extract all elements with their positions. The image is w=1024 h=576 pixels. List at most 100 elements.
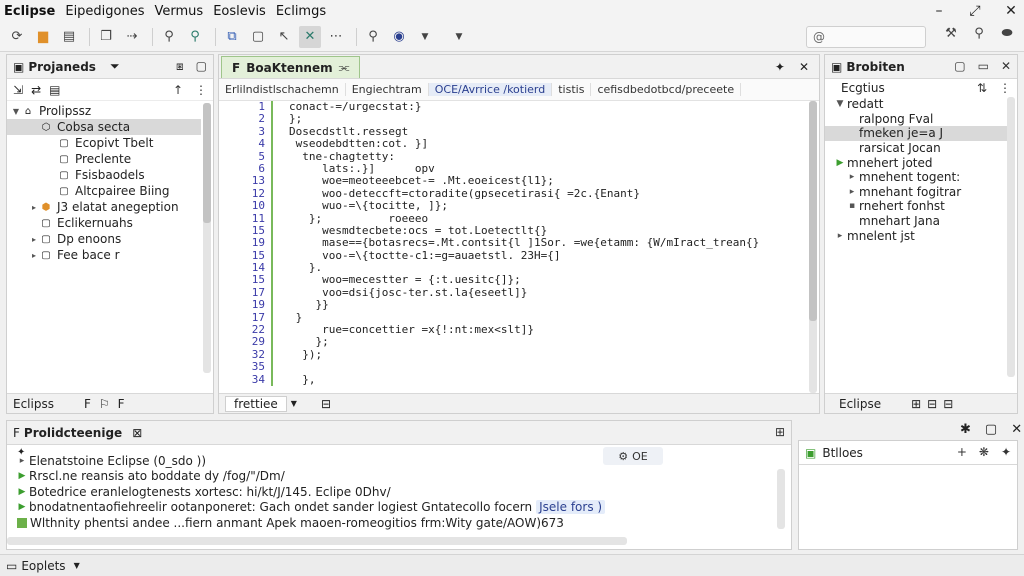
outline-arrow-icon[interactable]: ▸ [845,187,859,197]
minimize-pane-icon[interactable]: ⧆ [176,59,184,74]
close-pane-icon[interactable]: ✕ [1001,59,1011,73]
settings-icon[interactable]: ❋ [979,445,989,459]
add-icon[interactable]: + [957,445,967,459]
editor-tab[interactable]: F BoaKtennem ⫘ [221,56,361,78]
outline-item[interactable]: fmeken je=a J [825,126,1007,141]
search-icon[interactable]: ⚲ [158,26,180,48]
code-line[interactable]: 35 [219,360,809,374]
maximize-pane-icon[interactable]: ▭ [978,59,989,73]
footer-icon[interactable]: ⚐ [99,397,110,411]
x-icon[interactable]: ✕ [299,25,321,48]
project-footer-label[interactable]: Eclipss [13,397,54,411]
search-icon[interactable]: ⚲ [970,26,988,41]
tools-icon[interactable]: ⧉ [221,26,243,48]
footer-icon[interactable]: ⊟ [943,397,953,411]
code-line[interactable]: 13 woe=meoteeebcet-= .Mt.eoeicest{l1}; [219,174,809,188]
breadcrumb-item[interactable]: Engiechtram [346,83,429,96]
outline-item[interactable]: ▸ mnehant fogitrar [825,185,1007,200]
console-line[interactable]: ▶ bnodatnentaofiehreelir ootanponeret: Ga… [7,500,777,516]
status-label[interactable]: Eoplets [21,559,65,573]
outline-item[interactable]: ▶ mnehert joted [825,155,1007,170]
close-icon[interactable]: ✕ [1004,3,1018,19]
console-line[interactable]: ▶ Botedrice eranlelogtenests xortesc: hi/… [7,484,777,500]
editor-close-icon[interactable]: ✕ [799,60,809,74]
cursor-icon[interactable]: ↖ [273,26,295,48]
pin-icon[interactable]: ✦ [1001,445,1011,459]
tree-arrow-icon[interactable]: ▸ [29,251,39,260]
menu-item-1[interactable]: Eipedigones [60,4,149,19]
file-icon[interactable]: ▢ [247,26,269,48]
tree-item[interactable]: ▢ Ecopivt Tbelt [7,135,201,151]
project-scrollbar[interactable] [203,103,211,373]
tree-item[interactable]: ▢ Preclente [7,151,201,167]
console-line[interactable]: ▶ Rrscl.ne reansis ato boddate dy /fog/"/… [7,469,777,485]
more-icon[interactable]: ⋯ [325,26,347,48]
tree-item[interactable]: ▢ Fsisbaodels [7,167,201,183]
tree-arrow-icon[interactable]: ▸ [29,235,39,244]
code-line[interactable]: 2}; [219,112,809,126]
menu-item-2[interactable]: Vermus [150,4,209,19]
footer-icon[interactable]: ⊟ [927,397,937,411]
maximize-pane-icon[interactable]: ▢ [196,59,207,74]
editor-footer-label[interactable]: frettiee [225,395,287,412]
target-icon[interactable]: ◉ [388,26,410,48]
code-line[interactable]: 19 }} [219,298,809,312]
pin-icon[interactable]: ✦ [775,60,785,74]
code-line[interactable]: 34 }, [219,373,809,386]
code-line[interactable]: 4 wseodebdtten:cot. }] [219,137,809,151]
outline-scrollbar[interactable] [1007,97,1015,377]
console-line[interactable]: Wlthnity phentsi andee ...fiern anmant A… [7,515,777,531]
outline-arrow-icon[interactable]: ▸ [845,172,859,182]
code-line[interactable]: 29 }; [219,336,809,349]
console-pin-icon[interactable]: ⊠ [132,426,142,440]
menu-item-3[interactable]: Eoslevis [208,4,271,19]
tree-item[interactable]: ▸ ⬢ J3 elatat anegeption [7,199,201,215]
save-icon[interactable]: ▤ [58,26,80,48]
breadcrumb-item[interactable]: cefisdbedotbcd/preceete [591,83,742,96]
code-line[interactable]: 32 }); [219,348,809,362]
tree-item[interactable]: ▸ ▢ Dp enoons [7,231,201,247]
footer-icon[interactable]: F [84,397,91,411]
console-hscrollbar[interactable] [7,537,627,545]
tab-close-icon[interactable]: ⫘ [339,60,350,75]
menu-item-4[interactable]: Eclimgs [271,4,331,19]
tree-item[interactable]: ▢ Eclikernuahs [7,215,201,231]
dropdown-icon[interactable]: ▼ [414,26,436,48]
console-output[interactable]: ▸ Elenatstoine Eclipse (0_sdo )) ▶ Rrscl.ne… [7,453,777,531]
footer-icon[interactable]: ⊞ [911,397,921,411]
menu-app[interactable]: Eclipse [0,4,60,19]
wrench-icon[interactable]: ⚒ [942,26,960,41]
outline-item[interactable]: ▸ mnelent jst [825,228,1007,243]
dropdown-icon[interactable]: ▼ [291,399,297,408]
link-icon[interactable]: ⇄ [31,83,41,97]
code-line[interactable]: 15 woo=mecestter = {:t.uesitc{]}; [219,274,809,287]
lock-icon[interactable]: ⊟ [321,397,331,411]
outline-arrow-icon[interactable]: ▶ [833,158,847,168]
restore-icon[interactable]: ⤢ [968,3,982,19]
pin-icon[interactable]: ✱ [960,422,971,437]
copy-icon[interactable]: ❐ [95,26,117,48]
close-pane-icon[interactable]: ✕ [1011,422,1022,437]
minimize-pane-icon[interactable]: ▢ [985,422,997,437]
tree-item[interactable]: ▢ Altcpairee Biing [7,183,201,199]
editor-scrollbar[interactable] [809,101,817,393]
breadcrumb-item[interactable]: tistis [552,83,592,96]
console-scrollbar[interactable] [777,469,785,529]
search-alt-icon[interactable]: ⚲ [184,26,206,48]
code-line[interactable]: 1 conact-=/urgecstat:} [219,100,809,114]
outline-footer-label[interactable]: Eclipse [831,397,889,411]
minimize-pane-icon[interactable]: ⊞ [775,425,785,439]
outline-item[interactable]: ▸ mnehent togent: [825,170,1007,185]
console-line[interactable]: ▸ Elenatstoine Eclipse (0_sdo )) [7,453,777,469]
outline-arrow-icon[interactable]: ▪ [845,201,859,211]
tree-arrow-icon[interactable]: ▸ [29,203,39,212]
collapse-icon[interactable]: ⇲ [13,83,23,97]
breadcrumb-item[interactable]: Erlilndistlschachemn [219,83,346,96]
toggle-icon[interactable]: ⬬ [998,26,1016,41]
outline-item[interactable]: mnehart Jana [825,214,1007,229]
outline-item[interactable]: ralpong Fval [825,112,1007,127]
outline-item[interactable]: ▪ rnehert fonhst [825,199,1007,214]
zoom-icon[interactable]: ⚲ [362,26,384,48]
code-line[interactable]: 10 wuo-=\{tocitte, ]}; [219,199,809,213]
sort-icon[interactable]: ⇅ [977,81,987,95]
